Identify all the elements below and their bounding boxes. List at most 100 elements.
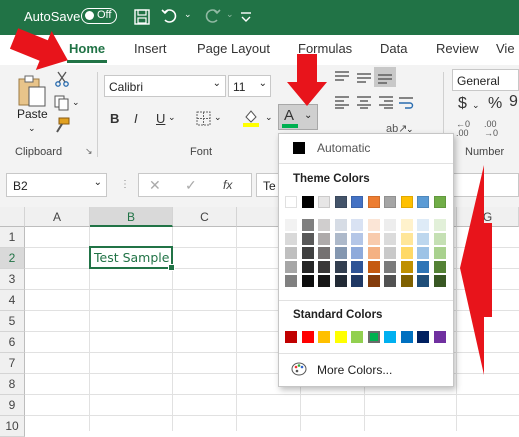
- theme-shade-swatch[interactable]: [351, 275, 363, 287]
- theme-shade-swatch[interactable]: [367, 219, 380, 231]
- theme-shade-swatch[interactable]: [285, 247, 297, 259]
- copy-icon[interactable]: [54, 95, 70, 114]
- theme-shade-swatch[interactable]: [334, 261, 347, 273]
- tab-review[interactable]: Review: [436, 41, 479, 56]
- automatic-option[interactable]: Automatic: [279, 134, 453, 162]
- theme-shade-swatch[interactable]: [285, 233, 297, 245]
- standard-color-swatch[interactable]: [384, 331, 396, 343]
- column-header-b[interactable]: B: [90, 207, 173, 227]
- theme-shade-swatch[interactable]: [334, 275, 347, 287]
- theme-shade-swatch[interactable]: [433, 275, 446, 287]
- row-header-3[interactable]: 3: [0, 269, 25, 290]
- row-header-8[interactable]: 8: [0, 374, 25, 395]
- font-name-box[interactable]: Calibri ⌄: [104, 75, 226, 97]
- clipboard-launcher-icon[interactable]: ↘: [85, 146, 93, 157]
- standard-color-swatch[interactable]: [400, 331, 413, 343]
- font-color-dropdown-icon[interactable]: ⌄: [304, 110, 312, 121]
- theme-color-swatch[interactable]: [301, 196, 314, 208]
- format-painter-icon[interactable]: [54, 117, 70, 136]
- borders-dropdown-icon[interactable]: ⌄: [214, 112, 222, 123]
- theme-shade-swatch[interactable]: [384, 261, 396, 273]
- theme-shade-swatch[interactable]: [417, 261, 429, 273]
- decrease-decimal-icon[interactable]: .00 →0: [484, 120, 498, 138]
- theme-shade-swatch[interactable]: [318, 233, 330, 245]
- theme-shade-swatch[interactable]: [400, 247, 413, 259]
- customize-qat-icon[interactable]: [240, 10, 252, 27]
- italic-button[interactable]: I: [134, 111, 138, 126]
- bold-button[interactable]: B: [110, 111, 119, 126]
- underline-button[interactable]: U: [156, 111, 165, 126]
- theme-shade-swatch[interactable]: [384, 275, 396, 287]
- theme-shade-swatch[interactable]: [351, 261, 363, 273]
- undo-icon[interactable]: [160, 7, 180, 29]
- theme-color-swatch[interactable]: [367, 196, 380, 208]
- standard-color-swatch[interactable]: [433, 331, 446, 343]
- theme-shade-swatch[interactable]: [384, 233, 396, 245]
- standard-color-swatch[interactable]: [285, 331, 297, 343]
- row-header-4[interactable]: 4: [0, 290, 25, 311]
- theme-shade-swatch[interactable]: [334, 219, 347, 231]
- standard-color-swatch[interactable]: [318, 331, 330, 343]
- align-right-icon[interactable]: [378, 95, 394, 112]
- tab-page-layout[interactable]: Page Layout: [197, 41, 270, 56]
- theme-shade-swatch[interactable]: [433, 233, 446, 245]
- theme-shade-swatch[interactable]: [384, 247, 396, 259]
- theme-shade-swatch[interactable]: [417, 247, 429, 259]
- percent-button[interactable]: %: [488, 95, 502, 113]
- theme-shade-swatch[interactable]: [400, 219, 413, 231]
- increase-decimal-icon[interactable]: ←0.00: [456, 120, 470, 138]
- theme-shade-swatch[interactable]: [351, 247, 363, 259]
- align-middle-icon[interactable]: [356, 70, 372, 87]
- borders-icon[interactable]: [196, 111, 211, 129]
- fill-handle[interactable]: [168, 264, 175, 271]
- theme-shade-swatch[interactable]: [301, 275, 314, 287]
- select-all-corner[interactable]: [0, 207, 25, 227]
- font-size-box[interactable]: 11 ⌄: [228, 75, 271, 97]
- paste-icon[interactable]: [16, 74, 48, 111]
- standard-color-swatch[interactable]: [334, 331, 347, 343]
- comma-button[interactable]: 9: [509, 93, 518, 111]
- row-header-9[interactable]: 9: [0, 395, 25, 416]
- align-top-icon[interactable]: [334, 70, 350, 87]
- theme-shade-swatch[interactable]: [318, 275, 330, 287]
- theme-shade-swatch[interactable]: [400, 233, 413, 245]
- theme-shade-swatch[interactable]: [301, 261, 314, 273]
- theme-shade-swatch[interactable]: [367, 261, 380, 273]
- theme-shade-swatch[interactable]: [301, 247, 314, 259]
- more-colors-option[interactable]: More Colors...: [279, 358, 453, 382]
- theme-color-swatch[interactable]: [318, 196, 330, 208]
- theme-shade-swatch[interactable]: [367, 275, 380, 287]
- theme-shade-swatch[interactable]: [318, 219, 330, 231]
- fill-color-icon[interactable]: [242, 108, 260, 131]
- save-icon[interactable]: [133, 8, 151, 30]
- paste-button[interactable]: Paste: [17, 107, 48, 121]
- row-header-1[interactable]: 1: [0, 227, 25, 248]
- row-header-2[interactable]: 2: [0, 248, 25, 269]
- theme-shade-swatch[interactable]: [318, 261, 330, 273]
- theme-shade-swatch[interactable]: [334, 247, 347, 259]
- redo-icon[interactable]: [202, 7, 222, 29]
- autosave-toggle[interactable]: Off: [81, 8, 117, 24]
- standard-color-swatch[interactable]: [417, 331, 429, 343]
- tab-view[interactable]: Vie: [496, 41, 515, 56]
- column-header-c[interactable]: C: [173, 207, 237, 227]
- underline-dropdown-icon[interactable]: ⌄: [168, 112, 176, 123]
- align-left-icon[interactable]: [334, 95, 350, 112]
- theme-shade-swatch[interactable]: [318, 247, 330, 259]
- enter-icon[interactable]: ✓: [185, 177, 197, 194]
- theme-shade-swatch[interactable]: [433, 247, 446, 259]
- align-center-icon[interactable]: [356, 95, 372, 112]
- name-box[interactable]: B2 ⌄: [6, 173, 107, 197]
- theme-shade-swatch[interactable]: [384, 219, 396, 231]
- theme-shade-swatch[interactable]: [417, 219, 429, 231]
- theme-color-swatch[interactable]: [334, 196, 347, 208]
- theme-shade-swatch[interactable]: [433, 219, 446, 231]
- theme-color-swatch[interactable]: [384, 196, 396, 208]
- active-cell-b2[interactable]: Test Sample: [89, 246, 175, 271]
- theme-shade-swatch[interactable]: [367, 233, 380, 245]
- wrap-text-icon[interactable]: [398, 96, 414, 113]
- currency-dropdown-icon[interactable]: ⌄: [472, 100, 480, 111]
- theme-shade-swatch[interactable]: [400, 261, 413, 273]
- row-header-6[interactable]: 6: [0, 332, 25, 353]
- theme-shade-swatch[interactable]: [285, 219, 297, 231]
